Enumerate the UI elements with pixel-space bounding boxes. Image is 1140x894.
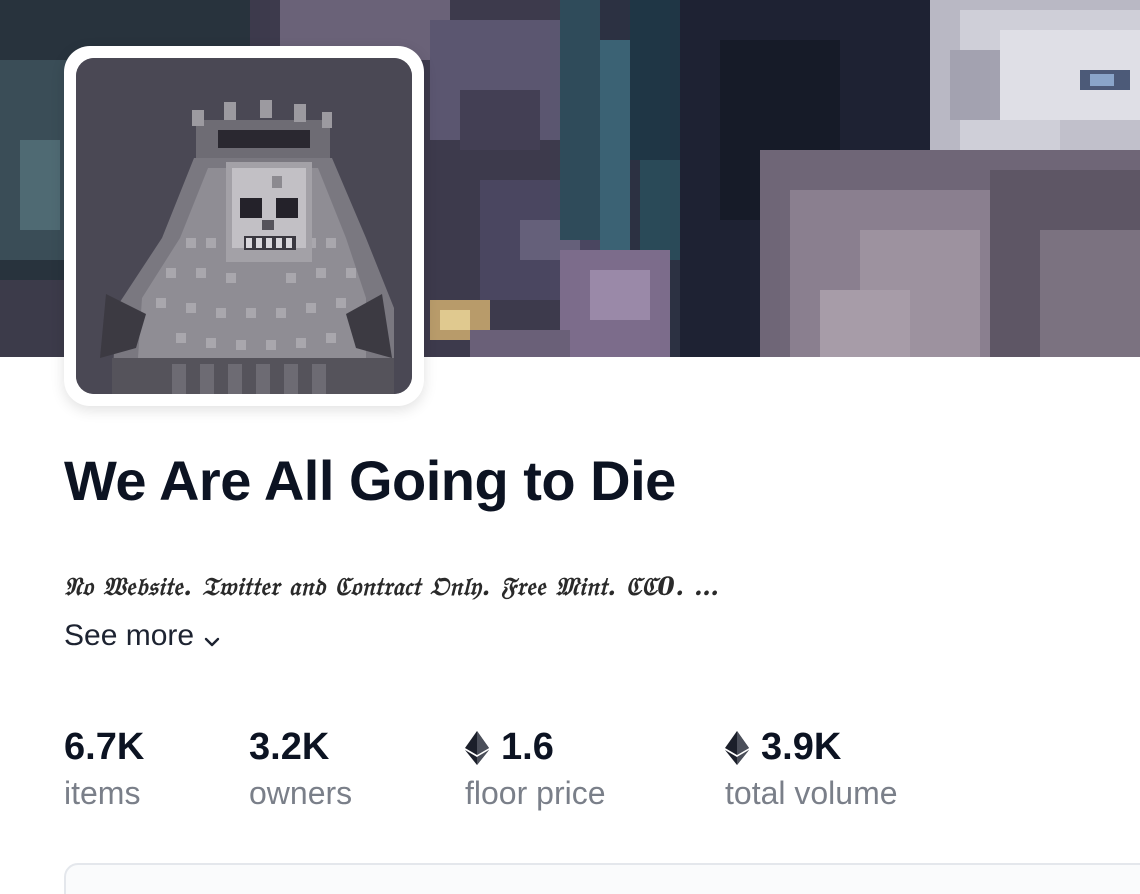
stat-value: 1.6: [465, 724, 606, 770]
collection-description: 𝔑𝔬 𝔚𝔢𝔟𝔰𝔦𝔱𝔢. 𝔗𝔴𝔦𝔱𝔱𝔢𝔯 𝔞𝔫𝔡 ℭ𝔬𝔫𝔱𝔯𝔞𝔠𝔱 𝔒𝔫𝔩𝔶. 𝔉…: [64, 572, 720, 601]
chevron-down-icon: [202, 626, 222, 647]
stat-items[interactable]: 6.7K items: [64, 724, 144, 816]
stat-number: 3.9K: [761, 726, 842, 768]
stat-total-volume[interactable]: 3.9K total volume: [725, 724, 898, 816]
stat-number: 3.2K: [249, 726, 330, 768]
stat-number: 6.7K: [64, 726, 145, 768]
stat-number: 1.6: [501, 726, 554, 768]
see-more-label: See more: [64, 619, 195, 652]
avatar-image: [76, 58, 412, 394]
content-panel: [64, 863, 1140, 894]
ethereum-icon: [725, 730, 749, 765]
stat-label: owners: [249, 775, 353, 811]
stat-label: total volume: [725, 775, 898, 811]
collection-avatar: [64, 46, 424, 406]
stat-label: floor price: [465, 775, 606, 811]
see-more-button[interactable]: See more: [64, 619, 222, 653]
stat-floor-price[interactable]: 1.6 floor price: [465, 724, 606, 816]
stat-owners[interactable]: 3.2K owners: [249, 724, 352, 816]
collection-title: We Are All Going to Die: [64, 449, 676, 512]
ethereum-icon: [465, 730, 489, 765]
stat-label: items: [64, 775, 141, 811]
stat-value: 6.7K: [64, 724, 144, 770]
stat-value: 3.2K: [249, 724, 352, 770]
collection-page: We Are All Going to Die 𝔑𝔬 𝔚𝔢𝔟𝔰𝔦𝔱𝔢. 𝔗𝔴𝔦𝔱…: [0, 0, 1140, 894]
skull-king-artwork: [76, 58, 412, 394]
stat-value: 3.9K: [725, 724, 898, 770]
